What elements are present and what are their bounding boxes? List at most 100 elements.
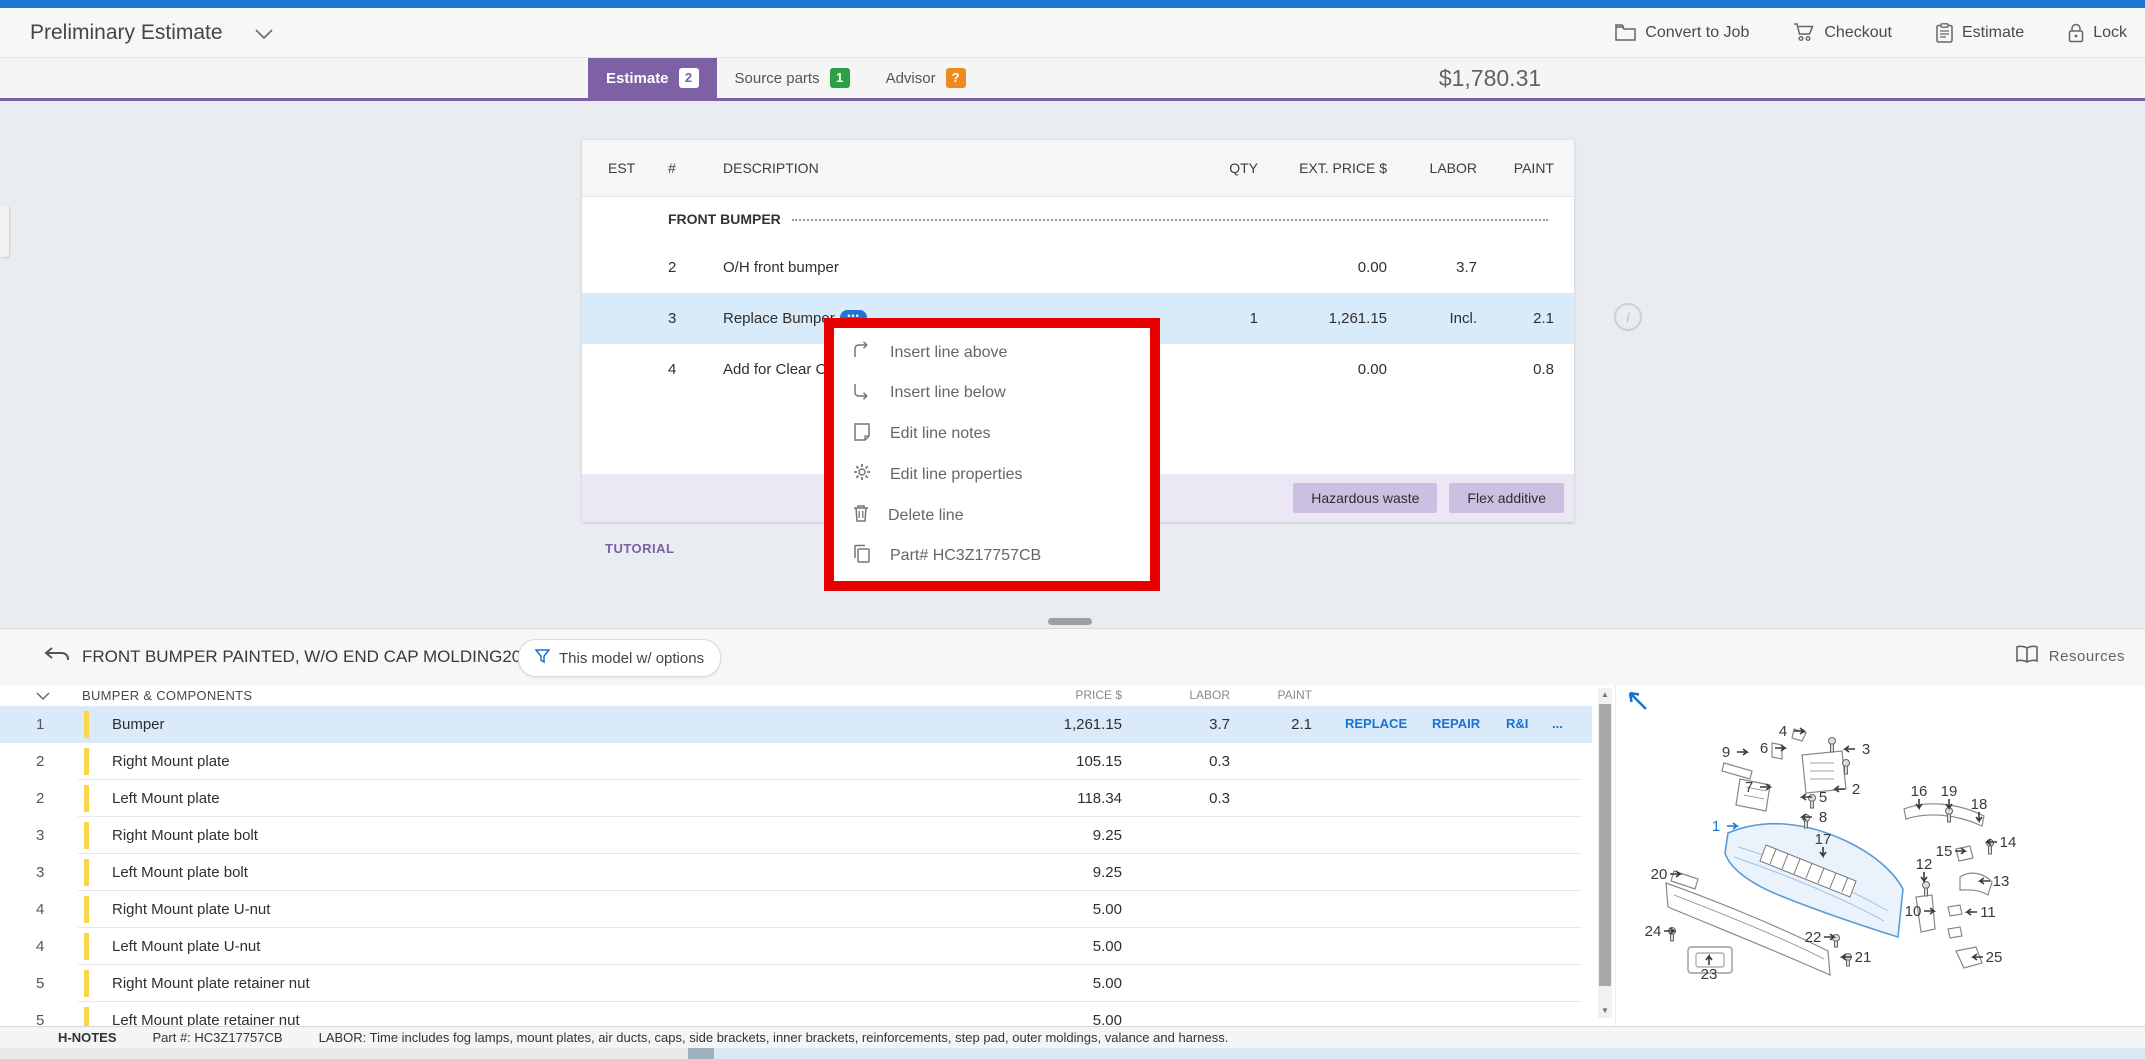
tab-bar: Estimate 2 Source parts 1 Advisor ? $1,7… xyxy=(0,58,2145,101)
labor-note: LABOR: Time includes fog lamps, mount pl… xyxy=(319,1030,1229,1045)
insert-above-icon xyxy=(852,340,872,365)
menu-delete-line[interactable]: Delete line xyxy=(834,496,1150,536)
clipboard-icon xyxy=(1936,23,1953,43)
estimating-app: Preliminary Estimate Convert to Job Chec… xyxy=(0,0,2145,1059)
diagram-callout-arrow xyxy=(1737,749,1747,755)
diagram-callout: 18 xyxy=(1971,796,1988,813)
diagram-callout: 8 xyxy=(1819,809,1827,826)
back-icon[interactable] xyxy=(44,646,70,673)
diagram-callout: 2 xyxy=(1852,781,1860,798)
part-row[interactable]: 3 Right Mount plate bolt 9.25 xyxy=(0,817,1592,854)
parts-group-label[interactable]: BUMPER & COMPONENTS xyxy=(82,688,252,703)
diagram-callout: 3 xyxy=(1862,741,1870,758)
estimate-button[interactable]: Estimate xyxy=(1936,23,2024,43)
diagram-callout-arrow xyxy=(1921,872,1927,881)
line-context-menu: Insert line above Insert line below Edit… xyxy=(834,328,1150,581)
title-dropdown-chevron-icon[interactable] xyxy=(255,27,273,45)
scrollbar-thumb[interactable] xyxy=(688,1048,714,1059)
part-row[interactable]: 5 Right Mount plate retainer nut 5.00 xyxy=(0,965,1592,1002)
row-marker xyxy=(84,970,89,997)
section-row: FRONT BUMPER xyxy=(582,196,1574,242)
replace-action[interactable]: REPLACE xyxy=(1345,716,1407,731)
row-marker xyxy=(84,822,89,849)
filter-icon xyxy=(535,649,550,668)
col-price: PRICE $ xyxy=(972,688,1122,702)
estimate-workspace: EST # DESCRIPTION QTY EXT. PRICE $ LABOR… xyxy=(0,101,2145,628)
more-actions[interactable]: ... xyxy=(1552,716,1563,731)
tab-advisor[interactable]: Advisor ? xyxy=(868,58,984,98)
row-marker xyxy=(84,933,89,960)
scroll-down-icon[interactable]: ▼ xyxy=(1598,1004,1612,1018)
lock-button[interactable]: Lock xyxy=(2068,23,2127,43)
collapsed-sidebar-handle[interactable] xyxy=(0,205,9,257)
parts-diagram-svg[interactable]: 1234567891011121314151617181920212223242… xyxy=(1616,685,2145,1026)
diagram-callout-arrow xyxy=(1967,909,1977,915)
col-paint: PAINT xyxy=(1484,160,1554,176)
row-marker xyxy=(84,785,89,812)
diagram-callout: 19 xyxy=(1941,783,1958,800)
delete-icon xyxy=(852,503,870,528)
convert-to-job-button[interactable]: Convert to Job xyxy=(1615,24,1749,42)
h-notes-label: H-NOTES xyxy=(58,1030,117,1045)
part-row[interactable]: 4 Left Mount plate U-nut 5.00 xyxy=(0,928,1592,965)
menu-insert-line-below[interactable]: Insert line below xyxy=(834,373,1150,413)
window-accent-strip xyxy=(0,0,2145,8)
tab-estimate[interactable]: Estimate 2 xyxy=(588,58,717,98)
model-filter-chip[interactable]: This model w/ options xyxy=(518,639,721,677)
ri-action[interactable]: R&I xyxy=(1506,716,1528,731)
parts-diagram-panel: 1234567891011121314151617181920212223242… xyxy=(1615,685,2145,1026)
menu-edit-line-properties[interactable]: Edit line properties xyxy=(834,455,1150,495)
estimate-tab-badge: 2 xyxy=(679,68,699,88)
horizontal-scrollbar[interactable] xyxy=(0,1048,2145,1059)
checkout-button[interactable]: Checkout xyxy=(1793,23,1892,42)
col-desc: DESCRIPTION xyxy=(723,160,819,176)
diagram-nav-arrow-icon xyxy=(1630,693,1646,709)
hazardous-waste-button[interactable]: Hazardous waste xyxy=(1293,483,1437,513)
title-bar: Preliminary Estimate Convert to Job Chec… xyxy=(0,8,2145,58)
part-row-selected[interactable]: 1 Bumper 1,261.15 3.7 2.1 REPLACE REPAIR… xyxy=(0,706,1592,743)
repair-action[interactable]: REPAIR xyxy=(1432,716,1480,731)
diagram-callout: 1 xyxy=(1712,818,1720,835)
row-marker xyxy=(84,1007,89,1026)
section-title: FRONT BUMPER xyxy=(668,211,781,227)
resources-button[interactable]: Resources xyxy=(2015,645,2125,668)
col-paint: PAINT xyxy=(1242,688,1312,702)
col-labor: LABOR xyxy=(1160,688,1230,702)
flex-additive-button[interactable]: Flex additive xyxy=(1449,483,1564,513)
folder-icon xyxy=(1615,24,1636,41)
diagram-callout: 24 xyxy=(1645,923,1662,940)
document-title[interactable]: Preliminary Estimate xyxy=(30,21,223,45)
part-row[interactable]: 2 Left Mount plate 118.34 0.3 xyxy=(0,780,1592,817)
diagram-callout: 21 xyxy=(1855,949,1872,966)
info-icon[interactable]: i xyxy=(1614,303,1642,331)
part-row[interactable]: 5 Left Mount plate retainer nut 5.00 xyxy=(0,1002,1592,1026)
col-num: # xyxy=(668,160,676,176)
estimate-line-row[interactable]: 2 O/H front bumper 0.00 3.7 xyxy=(582,242,1574,293)
section-divider xyxy=(792,219,1548,221)
parts-panel-header: FRONT BUMPER PAINTED, W/O END CAP MOLDIN… xyxy=(0,628,2145,687)
tabs: Estimate 2 Source parts 1 Advisor ? xyxy=(588,58,984,98)
menu-edit-line-notes[interactable]: Edit line notes xyxy=(834,414,1150,454)
tab-source-parts[interactable]: Source parts 1 xyxy=(717,58,868,98)
diagram-callout-arrow xyxy=(1845,746,1855,752)
scrollbar-thumb[interactable] xyxy=(1599,704,1611,986)
part-row[interactable]: 3 Left Mount plate bolt 9.25 xyxy=(0,854,1592,891)
copy-icon xyxy=(852,544,872,569)
book-icon xyxy=(2015,645,2039,668)
col-qty: QTY xyxy=(1158,160,1258,176)
menu-insert-line-above[interactable]: Insert line above xyxy=(834,333,1150,373)
parts-list-scrollbar[interactable]: ▲ ▼ xyxy=(1598,688,1612,1018)
diagram-callout: 6 xyxy=(1760,740,1768,757)
part-row[interactable]: 2 Right Mount plate 105.15 0.3 xyxy=(0,743,1592,780)
diagram-callout-arrow xyxy=(1824,934,1834,940)
diagram-callout: 25 xyxy=(1986,949,2003,966)
annotation-highlight: Insert line above Insert line below Edit… xyxy=(824,318,1160,591)
diagram-callout: 13 xyxy=(1993,873,2010,890)
panel-resize-handle[interactable] xyxy=(1048,618,1092,625)
scroll-up-icon[interactable]: ▲ xyxy=(1598,688,1612,702)
part-row[interactable]: 4 Right Mount plate U-nut 5.00 xyxy=(0,891,1592,928)
chevron-down-icon[interactable] xyxy=(36,689,50,704)
edit-properties-icon xyxy=(852,462,872,487)
tutorial-link[interactable]: TUTORIAL xyxy=(605,541,674,556)
menu-copy-part-number[interactable]: Part# HC3Z17757CB xyxy=(834,536,1150,576)
